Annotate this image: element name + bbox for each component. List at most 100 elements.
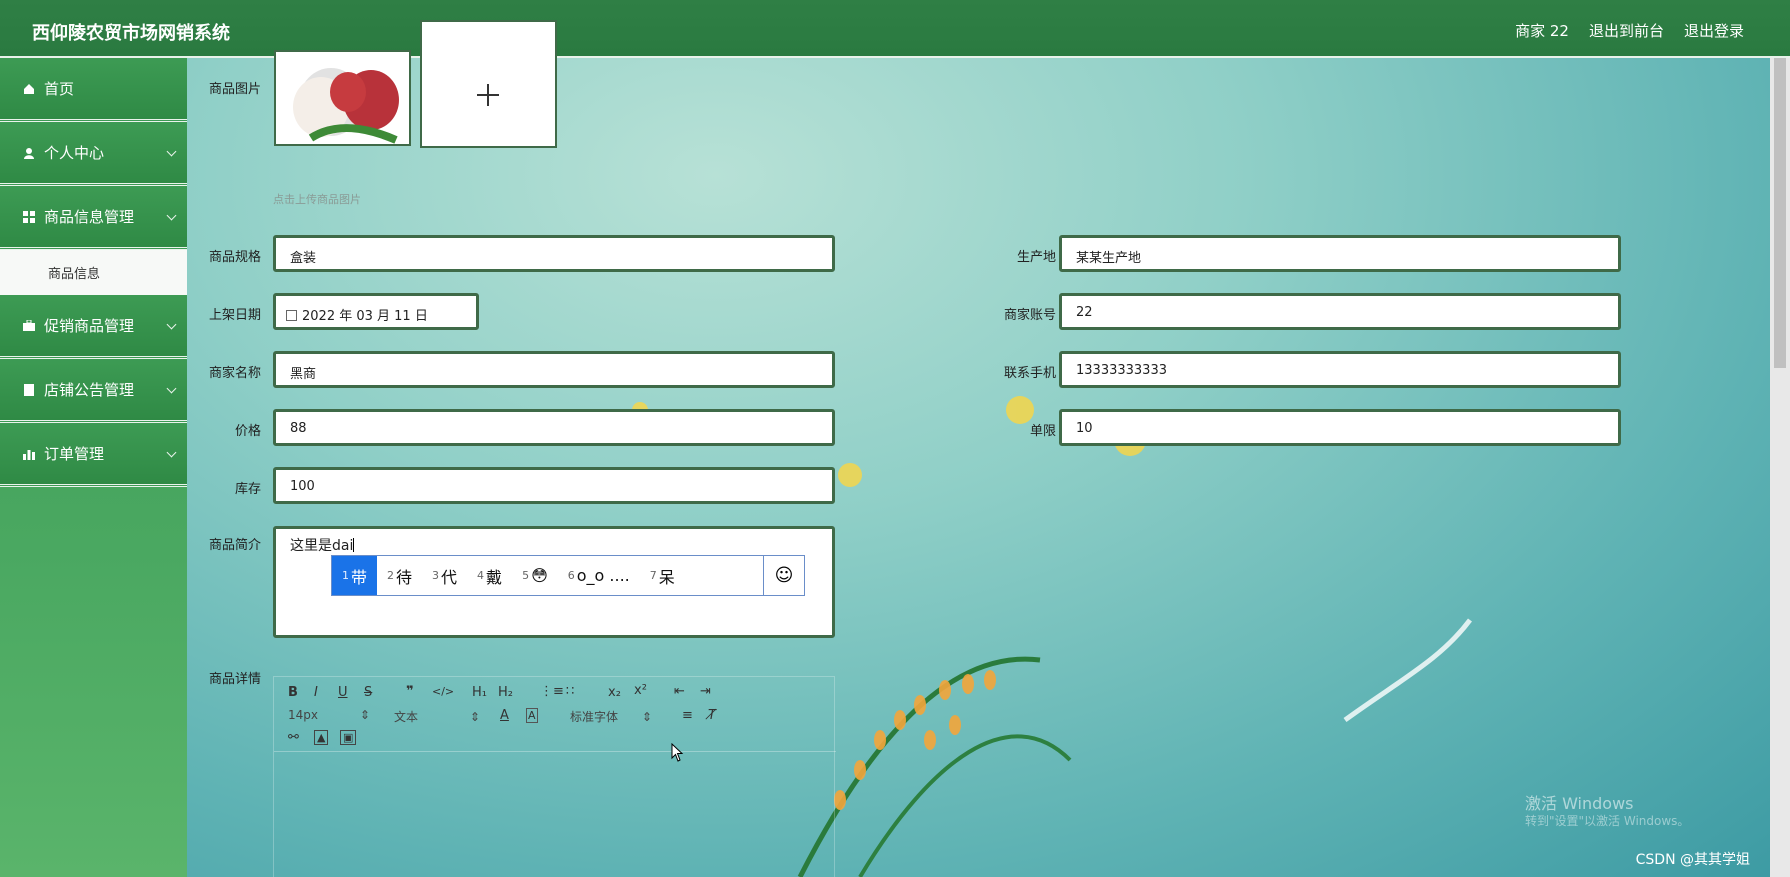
- user-label[interactable]: 商家 22: [1515, 20, 1569, 41]
- sidebar-item-label: 促销商品管理: [44, 317, 135, 335]
- sidebar-item-promotions[interactable]: 促销商品管理: [0, 295, 187, 359]
- calendar-icon: [286, 310, 297, 321]
- ordered-list-icon[interactable]: ⋮≡: [540, 684, 564, 699]
- code-icon[interactable]: </>: [432, 685, 454, 698]
- chevron-down-icon: [166, 447, 177, 458]
- sidebar-item-orders[interactable]: 订单管理: [0, 423, 187, 487]
- form-area: 商品图片 点击上传商品图片 商品规格 盒装 生产地 某某生产地 上架日期 202…: [187, 20, 1770, 877]
- mouse-cursor-icon: [671, 743, 684, 762]
- superscript-icon[interactable]: x²: [634, 683, 647, 698]
- editor-toolbar: B I U S ❞ </> H₁ H₂ ⋮≡ ∷ x₂ x² ⇤ ⇥ 14px …: [274, 677, 836, 752]
- sidebar-subitem-product-info[interactable]: 商品信息: [0, 250, 187, 295]
- ime-candidate[interactable]: 7呆: [640, 556, 685, 595]
- ime-candidate[interactable]: 6 o_o ....: [558, 556, 640, 595]
- sidebar-item-announcements[interactable]: 店铺公告管理: [0, 359, 187, 423]
- lychee-image: [293, 68, 399, 144]
- strike-icon[interactable]: S: [364, 685, 372, 700]
- sidebar: 首页 个人中心 商品信息管理 商品信息 促销商品管理 店铺公告管理 订单管理: [0, 58, 187, 877]
- indent-icon[interactable]: ⇥: [700, 684, 711, 699]
- sidebar-item-label: 首页: [44, 80, 75, 98]
- origin-input[interactable]: 某某生产地: [1059, 235, 1621, 272]
- select-arrow-icon: ⇕: [469, 710, 480, 724]
- merchant-name-input[interactable]: 黑商: [273, 351, 835, 388]
- bullet-list-icon[interactable]: ∷: [566, 684, 574, 699]
- font-color-icon[interactable]: A: [500, 708, 509, 723]
- font-family-select[interactable]: 标准字体 ⇕: [570, 708, 652, 725]
- ime-candidate-bar: 1带 2待 3代 4戴 5 😳 6 o_o .... 7呆 ☺: [331, 555, 805, 596]
- italic-icon[interactable]: I: [314, 685, 318, 700]
- header-actions: 商家 22 退出到前台 退出登录: [1515, 20, 1744, 41]
- ime-candidate[interactable]: 5 😳: [512, 556, 558, 595]
- bold-icon[interactable]: B: [288, 685, 298, 700]
- date-value: 2022 年 03 月 11 日: [302, 309, 428, 324]
- select-arrow-icon: ⇕: [359, 708, 370, 722]
- chevron-down-icon: [166, 210, 177, 221]
- logout-link[interactable]: 退出登录: [1684, 20, 1744, 41]
- sidebar-item-profile[interactable]: 个人中心: [0, 122, 187, 186]
- account-label: 商家账号: [1003, 308, 1056, 323]
- account-input[interactable]: 22: [1059, 293, 1621, 330]
- background-color-icon[interactable]: A: [526, 708, 538, 723]
- chart-icon: [22, 447, 36, 461]
- rich-text-editor[interactable]: B I U S ❞ </> H₁ H₂ ⋮≡ ∷ x₂ x² ⇤ ⇥ 14px …: [273, 676, 836, 877]
- home-icon: [22, 82, 36, 96]
- image-upload-hint: 点击上传商品图片: [273, 193, 361, 206]
- windows-activate-subtext: 转到"设置"以激活 Windows。: [1525, 814, 1690, 828]
- csdn-watermark: CSDN @其其学姐: [1635, 852, 1750, 868]
- ime-candidate[interactable]: 2待: [377, 556, 422, 595]
- stock-label: 库存: [234, 482, 261, 497]
- scrollbar-thumb[interactable]: [1774, 58, 1786, 368]
- h2-icon[interactable]: H₂: [498, 685, 513, 700]
- upload-image-button[interactable]: [420, 20, 557, 148]
- emoji-icon[interactable]: ☺: [763, 556, 804, 595]
- sidebar-item-label: 个人中心: [44, 144, 105, 162]
- chevron-down-icon: [166, 383, 177, 394]
- price-input[interactable]: 88: [273, 409, 835, 446]
- ime-candidate[interactable]: 4戴: [467, 556, 512, 595]
- plus-icon: [477, 84, 499, 106]
- user-icon: [22, 146, 36, 160]
- font-size-select[interactable]: 14px ⇕: [288, 708, 370, 722]
- sidebar-item-products[interactable]: 商品信息管理: [0, 186, 187, 250]
- briefcase-icon: [22, 319, 36, 333]
- align-icon[interactable]: ≡: [682, 708, 693, 723]
- ime-candidate[interactable]: 3代: [422, 556, 467, 595]
- text-style-select[interactable]: 文本 ⇕: [394, 708, 480, 725]
- intro-text: 这里是dai: [290, 538, 354, 554]
- link-icon[interactable]: ⚯: [288, 730, 299, 745]
- h1-icon[interactable]: H₁: [472, 685, 487, 700]
- back-to-front-link[interactable]: 退出到前台: [1589, 20, 1664, 41]
- sidebar-item-label: 店铺公告管理: [44, 381, 135, 399]
- date-picker[interactable]: 2022 年 03 月 11 日: [273, 293, 479, 330]
- app-title: 西仰陵农贸市场网销系统: [32, 23, 230, 44]
- price-label: 价格: [234, 424, 261, 439]
- detail-label: 商品详情: [208, 672, 261, 687]
- spec-input[interactable]: 盒装: [273, 235, 835, 272]
- blockquote-icon[interactable]: ❞: [406, 684, 414, 699]
- image-icon[interactable]: ▲: [314, 730, 329, 745]
- ime-candidate[interactable]: 1带: [332, 556, 378, 595]
- origin-label: 生产地: [1016, 250, 1056, 265]
- phone-input[interactable]: 13333333333: [1059, 351, 1621, 388]
- chevron-down-icon: [166, 319, 177, 330]
- grid-icon: [22, 210, 36, 224]
- phone-label: 联系手机: [1003, 366, 1056, 381]
- product-image-thumb[interactable]: [274, 50, 411, 146]
- outdent-icon[interactable]: ⇤: [674, 684, 685, 699]
- video-icon[interactable]: ▣: [340, 730, 357, 745]
- subscript-icon[interactable]: x₂: [608, 685, 621, 700]
- limit-input[interactable]: 10: [1059, 409, 1621, 446]
- limit-label: 单限: [1029, 424, 1056, 439]
- merchant-name-label: 商家名称: [208, 366, 261, 381]
- text-cursor: [353, 538, 355, 552]
- clear-format-icon[interactable]: T̸: [708, 708, 716, 723]
- intro-label: 商品简介: [208, 538, 261, 553]
- sidebar-item-home[interactable]: 首页: [0, 58, 187, 122]
- image-label: 商品图片: [208, 82, 261, 97]
- windows-activate-text: 激活 Windows: [1525, 794, 1634, 813]
- top-header: 西仰陵农贸市场网销系统 商家 22 退出到前台 退出登录: [0, 0, 1790, 58]
- stock-input[interactable]: 100: [273, 467, 835, 504]
- underline-icon[interactable]: U: [338, 685, 348, 700]
- chevron-down-icon: [166, 146, 177, 157]
- date-label: 上架日期: [208, 308, 261, 323]
